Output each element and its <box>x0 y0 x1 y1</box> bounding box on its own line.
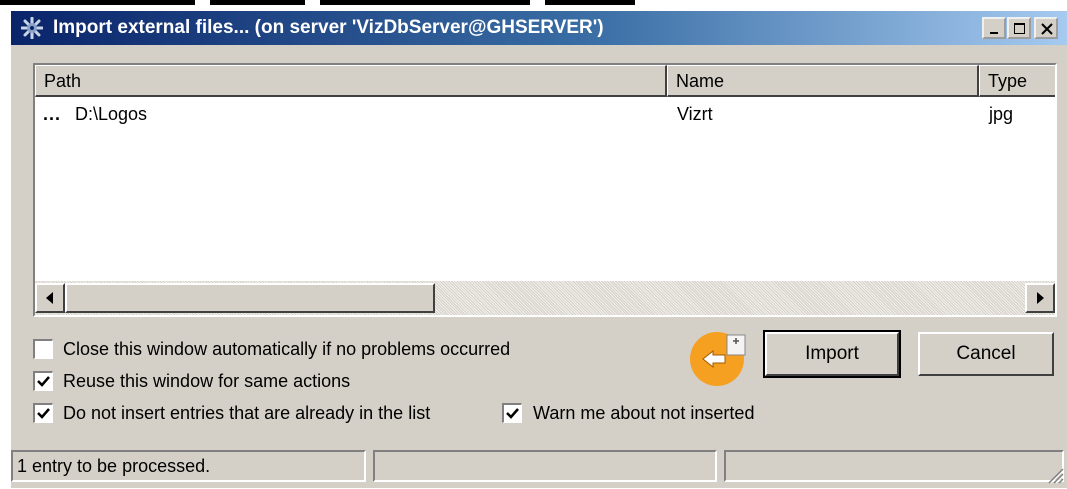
warn-not-inserted-label: Warn me about not inserted <box>533 403 755 423</box>
no-duplicates-label: Do not insert entries that are already i… <box>63 403 431 423</box>
minimize-icon <box>990 32 998 34</box>
no-duplicates-checkbox[interactable] <box>33 403 53 423</box>
maximize-icon <box>1014 23 1025 34</box>
list-empty-area <box>35 129 1055 281</box>
status-panel-3 <box>724 450 1064 482</box>
column-header-type[interactable]: Type <box>979 65 1055 97</box>
row-prefix: ... <box>43 104 62 124</box>
scroll-left-button[interactable] <box>35 283 65 313</box>
checkmark-icon <box>37 408 50 419</box>
row-name: Vizrt <box>677 104 713 124</box>
import-arrow-icon <box>689 329 751 387</box>
reuse-window-label: Reuse this window for same actions <box>63 371 351 391</box>
top-strip-segment <box>320 0 530 5</box>
scroll-right-button[interactable] <box>1025 283 1055 313</box>
scrollbar-thumb[interactable] <box>65 283 435 313</box>
top-strip-segment <box>545 0 635 5</box>
gear-icon <box>20 16 44 40</box>
close-icon <box>1041 23 1053 35</box>
status-panel-2 <box>373 450 717 482</box>
file-list[interactable]: Path Name Type ... D:\Logos Vizrt jpg <box>33 63 1057 317</box>
import-button[interactable]: Import <box>763 330 901 378</box>
warn-not-inserted-checkbox[interactable] <box>502 403 522 423</box>
column-header-path[interactable]: Path <box>35 65 667 97</box>
close-button[interactable] <box>1034 17 1058 39</box>
minimize-button[interactable] <box>982 17 1006 39</box>
close-auto-label: Close this window automatically if no pr… <box>63 339 511 359</box>
cancel-button[interactable]: Cancel <box>918 332 1054 376</box>
row-type: jpg <box>989 104 1014 124</box>
maximize-button[interactable] <box>1007 17 1031 39</box>
left-arrow-icon <box>46 292 53 304</box>
table-row[interactable]: ... D:\Logos Vizrt jpg <box>35 99 1055 129</box>
right-arrow-icon <box>1037 292 1044 304</box>
row-path: D:\Logos <box>75 104 148 124</box>
checkmark-icon <box>506 408 519 419</box>
close-auto-checkbox[interactable] <box>33 339 53 359</box>
top-strip-segment <box>0 0 195 5</box>
reuse-window-checkbox[interactable] <box>33 371 53 391</box>
import-dialog: Import external files... (on server 'Viz… <box>10 10 1067 488</box>
top-strip-segment <box>210 0 305 5</box>
status-bar: 1 entry to be processed. <box>11 447 1067 488</box>
checkmark-icon <box>37 376 50 387</box>
status-text: 1 entry to be processed. <box>11 450 366 482</box>
horizontal-scrollbar[interactable] <box>35 281 1055 315</box>
window-title: Import external files... (on server 'Viz… <box>53 17 604 38</box>
column-header-name[interactable]: Name <box>667 65 979 97</box>
title-bar[interactable]: Import external files... (on server 'Viz… <box>11 11 1067 45</box>
resize-grip-icon[interactable] <box>1046 466 1064 484</box>
top-strip <box>0 0 1067 10</box>
